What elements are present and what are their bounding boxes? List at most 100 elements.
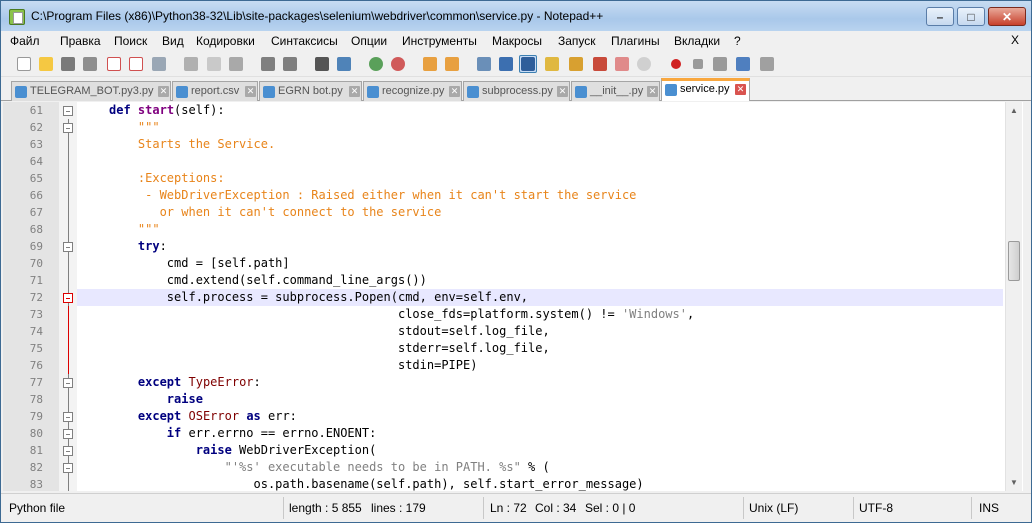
menu-window[interactable]: Вкладки	[674, 34, 720, 48]
code-line[interactable]: 63 Starts the Service.	[30, 136, 1003, 153]
word-wrap-icon[interactable]	[475, 55, 493, 73]
close-all-icon[interactable]	[127, 55, 145, 73]
code-line[interactable]: 81 raise WebDriverException(	[30, 442, 1003, 459]
tab-subprocess[interactable]: subprocess.py ✕	[463, 81, 570, 101]
close-button[interactable]: ✕	[988, 7, 1026, 26]
maximize-button[interactable]: □	[957, 7, 985, 26]
save-icon[interactable]	[59, 55, 77, 73]
fold-marker[interactable]	[63, 123, 73, 133]
minimize-button[interactable]: –	[926, 7, 954, 26]
code-line[interactable]: 80 if err.errno == errno.ENOENT:	[30, 425, 1003, 442]
code-line[interactable]: 65 :Exceptions:	[30, 170, 1003, 187]
code-line[interactable]: 69 try:	[30, 238, 1003, 255]
code-line[interactable]: 82 "'%s' executable needs to be in PATH.…	[30, 459, 1003, 476]
user-defined-language-icon[interactable]	[543, 55, 561, 73]
tab-report-csv[interactable]: report.csv ✕	[172, 81, 258, 101]
paste-icon[interactable]	[227, 55, 245, 73]
print-icon[interactable]	[150, 55, 168, 73]
function-list-icon[interactable]	[591, 55, 609, 73]
code-line[interactable]: 74 stdout=self.log_file,	[30, 323, 1003, 340]
cut-icon[interactable]	[182, 55, 200, 73]
menu-close-document[interactable]: X	[1011, 33, 1019, 47]
menu-language[interactable]: Синтаксисы	[271, 34, 338, 48]
code-line[interactable]: 78 raise	[30, 391, 1003, 408]
folder-as-workspace-icon[interactable]	[613, 55, 631, 73]
code-line[interactable]: 83 os.path.basename(self.path), self.sta…	[30, 476, 1003, 491]
stop-macro-icon[interactable]	[689, 55, 707, 73]
tab-close-icon[interactable]: ✕	[158, 86, 169, 97]
code-line[interactable]: 64	[30, 153, 1003, 170]
code-line[interactable]: 71 cmd.extend(self.command_line_args())	[30, 272, 1003, 289]
code-line[interactable]: 77 except TypeError:	[30, 374, 1003, 391]
run-macro-multiple-icon[interactable]	[734, 55, 752, 73]
find-icon[interactable]	[313, 55, 331, 73]
document-map-icon[interactable]	[567, 55, 585, 73]
new-file-icon[interactable]	[15, 55, 33, 73]
scroll-thumb[interactable]	[1008, 241, 1020, 281]
code-line[interactable]: 66 - WebDriverException : Raised either …	[30, 187, 1003, 204]
tab-close-icon[interactable]: ✕	[647, 86, 658, 97]
fold-marker[interactable]	[63, 446, 73, 456]
save-macro-icon[interactable]	[758, 55, 776, 73]
code-line[interactable]: 68 """	[30, 221, 1003, 238]
tab-close-icon[interactable]: ✕	[557, 86, 568, 97]
code-line[interactable]: 70 cmd = [self.path]	[30, 255, 1003, 272]
scroll-down-icon[interactable]: ▼	[1006, 474, 1022, 491]
status-eol[interactable]: Unix (LF)	[749, 501, 798, 515]
fold-marker[interactable]	[63, 378, 73, 388]
code-line[interactable]: 72 self.process = subprocess.Popen(cmd, …	[30, 289, 1003, 306]
vertical-scrollbar[interactable]: ▲ ▼	[1005, 102, 1022, 491]
menu-file[interactable]: Файл	[10, 34, 40, 48]
record-macro-icon[interactable]	[667, 55, 685, 73]
menu-help[interactable]: ?	[734, 34, 741, 48]
tab-recognize[interactable]: recognize.py ✕	[363, 81, 462, 101]
code-line[interactable]: 73 close_fds=platform.system() != 'Windo…	[30, 306, 1003, 323]
close-file-icon[interactable]	[105, 55, 123, 73]
code-line[interactable]: 62 """	[30, 119, 1003, 136]
menu-encoding[interactable]: Кодировки	[196, 34, 255, 48]
menu-edit[interactable]: Правка	[60, 34, 101, 48]
undo-icon[interactable]	[259, 55, 277, 73]
code-editor[interactable]: 61 def start(self): 62 """ 63 Starts the Se…	[3, 102, 1023, 491]
tab-close-icon[interactable]: ✕	[449, 86, 460, 97]
fold-marker[interactable]	[63, 412, 73, 422]
copy-icon[interactable]	[205, 55, 223, 73]
replace-icon[interactable]	[335, 55, 353, 73]
menu-settings[interactable]: Опции	[351, 34, 387, 48]
menu-view[interactable]: Вид	[162, 34, 184, 48]
menu-tools[interactable]: Инструменты	[402, 34, 477, 48]
menu-plugins[interactable]: Плагины	[611, 34, 660, 48]
tab-service[interactable]: service.py ✕	[661, 78, 750, 101]
menu-search[interactable]: Поиск	[114, 34, 147, 48]
tab-close-icon[interactable]: ✕	[735, 84, 746, 95]
code-line[interactable]: 76 stdin=PIPE)	[30, 357, 1003, 374]
scroll-up-icon[interactable]: ▲	[1006, 102, 1022, 119]
zoom-out-icon[interactable]	[389, 55, 407, 73]
indent-guide-icon[interactable]	[519, 55, 537, 73]
show-all-characters-icon[interactable]	[497, 55, 515, 73]
tab-init[interactable]: __init__.py ✕	[571, 81, 660, 101]
sync-vertical-icon[interactable]	[421, 55, 439, 73]
code-line[interactable]: 79 except OSError as err:	[30, 408, 1003, 425]
code-line[interactable]: 75 stderr=self.log_file,	[30, 340, 1003, 357]
menu-macro[interactable]: Макросы	[492, 34, 542, 48]
monitoring-icon[interactable]	[635, 55, 653, 73]
code-line[interactable]: 61 def start(self):	[30, 102, 1003, 119]
tab-telegram-bot[interactable]: TELEGRAM_BOT.py3.py ✕	[11, 81, 171, 101]
fold-marker-current[interactable]	[63, 293, 73, 303]
fold-marker[interactable]	[63, 242, 73, 252]
fold-marker[interactable]	[63, 429, 73, 439]
redo-icon[interactable]	[281, 55, 299, 73]
open-file-icon[interactable]	[37, 55, 55, 73]
zoom-in-icon[interactable]	[367, 55, 385, 73]
fold-marker[interactable]	[63, 463, 73, 473]
sync-horizontal-icon[interactable]	[443, 55, 461, 73]
tab-close-icon[interactable]: ✕	[349, 86, 360, 97]
tab-close-icon[interactable]: ✕	[245, 86, 256, 97]
fold-marker[interactable]	[63, 106, 73, 116]
menu-run[interactable]: Запуск	[558, 34, 596, 48]
code-line[interactable]: 67 or when it can't connect to the servi…	[30, 204, 1003, 221]
play-macro-icon[interactable]	[711, 55, 729, 73]
save-all-icon[interactable]	[81, 55, 99, 73]
tab-egrn-bot[interactable]: EGRN bot.py ✕	[259, 81, 362, 101]
